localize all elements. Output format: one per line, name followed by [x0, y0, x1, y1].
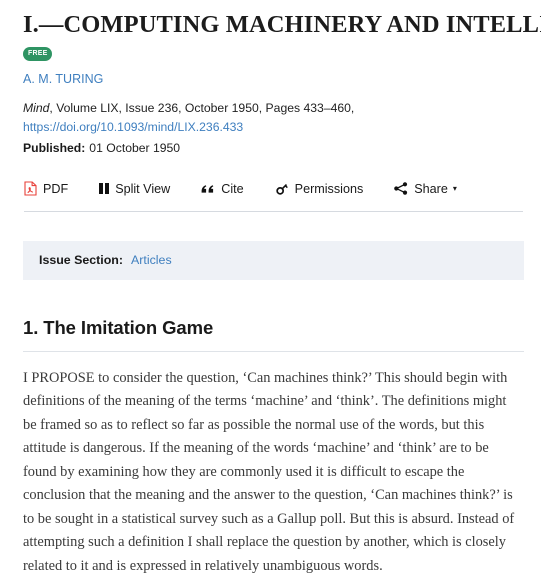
- citation-block: Mind, Volume LIX, Issue 236, October 195…: [23, 99, 524, 159]
- paragraph-lead-in: I PROPOSE: [23, 370, 95, 387]
- article-container: I.—COMPUTING MACHINERY AND INTELLIGENCE …: [17, 0, 541, 578]
- author-list: A. M. TURING: [23, 72, 524, 88]
- citation-details: , Volume LIX, Issue 236, October 1950, P…: [49, 100, 355, 115]
- free-access-badge: FREE: [23, 46, 53, 61]
- section-heading: 1. The Imitation Game: [23, 316, 214, 338]
- share-button[interactable]: Share ▾: [394, 181, 457, 196]
- share-icon: [394, 182, 408, 196]
- share-label: Share: [414, 181, 448, 196]
- cite-label: Cite: [221, 181, 244, 196]
- pdf-label: PDF: [43, 181, 69, 196]
- published-line: Published: 01 October 1950: [23, 139, 524, 159]
- page-title: I.—COMPUTING MACHINERY AND INTELLIGENCE: [23, 11, 541, 38]
- pdf-icon: [24, 181, 37, 196]
- body-paragraph: I PROPOSE to consider the question, ‘Can…: [23, 352, 524, 578]
- quote-icon: [201, 183, 215, 195]
- paragraph-body: to consider the question, ‘Can machines …: [23, 370, 515, 574]
- citation-line: Mind, Volume LIX, Issue 236, October 195…: [23, 101, 354, 115]
- split-view-button[interactable]: Split View: [99, 181, 171, 196]
- pdf-button[interactable]: PDF: [24, 181, 68, 196]
- split-view-icon: [99, 183, 110, 195]
- issue-section-label: Issue Section:: [39, 253, 124, 268]
- toolbar-divider: [24, 210, 523, 212]
- article-page: I.—COMPUTING MACHINERY AND INTELLIGENCE …: [0, 0, 541, 574]
- published-label: Published:: [23, 141, 86, 156]
- cite-button[interactable]: Cite: [201, 181, 244, 196]
- doi-link[interactable]: https://doi.org/10.1093/mind/LIX.236.433: [23, 118, 524, 138]
- chevron-down-icon: ▾: [452, 183, 457, 193]
- article-toolbar: PDF Split View Cite Permissions Share ▾: [23, 176, 524, 202]
- author-link[interactable]: A. M. TURING: [23, 72, 103, 86]
- issue-section-link[interactable]: Articles: [131, 253, 172, 267]
- key-icon: [275, 182, 289, 196]
- permissions-button[interactable]: Permissions: [275, 181, 364, 196]
- journal-name: Mind: [23, 100, 50, 115]
- permissions-label: Permissions: [294, 181, 364, 196]
- access-badge-row: FREE: [23, 46, 524, 63]
- issue-section-panel: Issue Section: Articles: [23, 240, 524, 280]
- split-view-label: Split View: [115, 181, 171, 196]
- published-date: 01 October 1950: [89, 141, 181, 156]
